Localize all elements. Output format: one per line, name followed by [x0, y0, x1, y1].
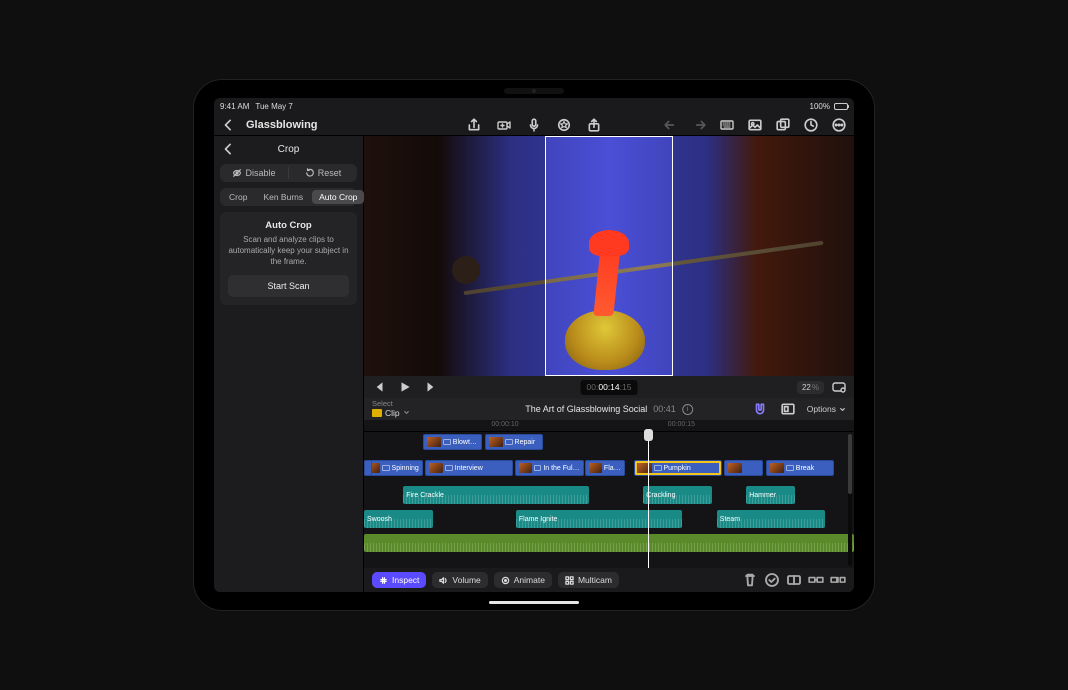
ruler-tick: 00:00:10: [491, 421, 518, 428]
play-button[interactable]: [396, 379, 414, 395]
tools-icon[interactable]: [555, 117, 573, 133]
split-clip-icon[interactable]: [786, 572, 802, 588]
clip-selector[interactable]: Clip: [372, 408, 410, 418]
inspect-button[interactable]: Inspect: [372, 572, 426, 588]
audio-clip[interactable]: Hammer: [746, 486, 795, 504]
multicam-button[interactable]: Multicam: [558, 572, 619, 588]
bottom-toolbar: Inspect Volume Animate Multicam: [364, 568, 854, 592]
viewer-zoom[interactable]: 22%: [797, 381, 824, 394]
delete-icon[interactable]: [742, 572, 758, 588]
battery-icon: [834, 103, 848, 110]
video-clip[interactable]: Interview: [425, 460, 513, 476]
connect-clip-icon[interactable]: [808, 572, 824, 588]
video-viewer[interactable]: [364, 136, 854, 376]
timeline-ruler[interactable]: 00:00:10 00:00:15: [364, 420, 854, 432]
crop-disable-button[interactable]: Disable: [220, 164, 288, 182]
more-icon[interactable]: [830, 117, 848, 133]
next-frame-button[interactable]: [422, 379, 440, 395]
project-info-icon[interactable]: i: [682, 404, 693, 415]
inspector-panel: Crop Disable Reset Crop Ken Burns: [214, 136, 364, 592]
disable-label: Disable: [245, 168, 275, 178]
prev-frame-button[interactable]: [370, 379, 388, 395]
project-title[interactable]: Glassblowing: [246, 119, 318, 131]
detach-clip-icon[interactable]: [830, 572, 846, 588]
inspector-back-button[interactable]: [220, 141, 238, 157]
crop-mode-autocrop[interactable]: Auto Crop: [312, 190, 364, 204]
playhead[interactable]: [648, 432, 649, 568]
photo-library-icon[interactable]: [746, 117, 764, 133]
audio-clip[interactable]: Fire Crackle: [403, 486, 589, 504]
magnetic-mask-icon[interactable]: [751, 401, 769, 417]
video-clip[interactable]: Break: [766, 460, 835, 476]
audio-meters-icon[interactable]: [802, 117, 820, 133]
music-clip[interactable]: [364, 534, 854, 552]
audio-clip[interactable]: Flame Ignite: [516, 510, 683, 528]
ipad-device-frame: 9:41 AM Tue May 7 100% Glassblowing: [194, 80, 874, 610]
timeline[interactable]: 00:00:10 00:00:15 Blowt… Repair Spinning…: [364, 420, 854, 568]
crop-mode-crop[interactable]: Crop: [222, 190, 254, 204]
volume-button[interactable]: Volume: [432, 572, 487, 588]
overlays-icon[interactable]: [774, 117, 792, 133]
crop-mode-kenburns[interactable]: Ken Burns: [256, 190, 310, 204]
camera-notch: [504, 88, 564, 94]
back-button[interactable]: [220, 117, 238, 133]
video-clip[interactable]: Spinning: [364, 460, 423, 476]
redo-icon[interactable]: [690, 117, 708, 133]
inspector-title: Crop: [278, 144, 300, 155]
battery-pct: 100%: [810, 102, 830, 111]
timeline-index-icon[interactable]: [779, 401, 797, 417]
enable-clip-icon[interactable]: [764, 572, 780, 588]
ruler-tick: 00:00:15: [668, 421, 695, 428]
audio-clip[interactable]: Steam: [717, 510, 825, 528]
clip-badge-icon: [372, 409, 382, 417]
video-clip[interactable]: Fla…: [585, 460, 624, 476]
keyboard-icon[interactable]: [718, 117, 736, 133]
share-icon[interactable]: [465, 117, 483, 133]
crop-frame-overlay[interactable]: [545, 136, 672, 376]
voiceover-mic-icon[interactable]: [525, 117, 543, 133]
transport-bar: 00:00:14:15 22%: [364, 376, 854, 398]
video-clip[interactable]: Repair: [485, 434, 544, 450]
reset-label: Reset: [318, 168, 342, 178]
start-scan-button[interactable]: Start Scan: [228, 275, 349, 297]
import-media-icon[interactable]: [495, 117, 513, 133]
video-clip[interactable]: In the Ful…: [515, 460, 584, 476]
disable-reset-row: Disable Reset: [220, 164, 357, 182]
ios-status-bar: 9:41 AM Tue May 7 100%: [214, 98, 854, 114]
undo-icon[interactable]: [662, 117, 680, 133]
viewer-content: [452, 256, 480, 284]
autocrop-desc: Scan and analyze clips to automatically …: [228, 235, 349, 267]
animate-button[interactable]: Animate: [494, 572, 552, 588]
export-icon[interactable]: [585, 117, 603, 133]
app-screen: 9:41 AM Tue May 7 100% Glassblowing: [214, 98, 854, 592]
project-duration: 00:41: [653, 404, 676, 414]
options-menu[interactable]: Options: [807, 404, 846, 414]
crop-reset-button[interactable]: Reset: [289, 164, 357, 182]
timeline-scrollbar[interactable]: [848, 434, 852, 566]
video-clip[interactable]: Blowt…: [423, 434, 482, 450]
video-clip[interactable]: [724, 460, 763, 476]
status-time: 9:41 AM: [220, 102, 249, 111]
audio-clip[interactable]: Crackling: [643, 486, 712, 504]
autocrop-card: Auto Crop Scan and analyze clips to auto…: [220, 212, 357, 305]
timeline-header: Select Clip The Art of Glassblowing Soci…: [364, 398, 854, 420]
video-clip-selected[interactable]: Pumpkin: [634, 460, 722, 476]
crop-mode-segmented[interactable]: Crop Ken Burns Auto Crop: [220, 188, 357, 206]
select-label: Select: [372, 400, 410, 408]
autocrop-heading: Auto Crop: [228, 220, 349, 231]
project-name: The Art of Glassblowing Social: [525, 404, 647, 414]
timecode-display[interactable]: 00:00:14:15: [581, 380, 638, 395]
viewer-display-options-icon[interactable]: [830, 379, 848, 395]
status-date: Tue May 7: [255, 102, 293, 111]
app-toolbar: Glassblowing: [214, 114, 854, 136]
audio-clip[interactable]: Swoosh: [364, 510, 433, 528]
